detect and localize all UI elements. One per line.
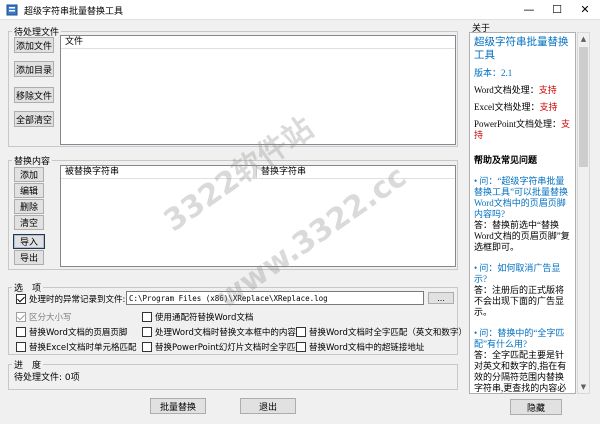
checkbox-box[interactable] [16, 294, 26, 304]
add-dir-button[interactable]: 添加目录 [14, 61, 54, 77]
ppt-full-word-checkbox[interactable]: 替换PowerPoint幻灯片文档时全字匹配 [142, 341, 304, 353]
add-rule-button[interactable]: 添加 [14, 167, 44, 182]
version-line: 版本：2.1 [474, 68, 571, 79]
checkbox-box[interactable] [142, 327, 152, 337]
save-log-label: 处理时的异常记录到文件: [29, 295, 126, 305]
remove-file-button[interactable]: 移除文件 [14, 87, 54, 103]
export-button[interactable]: 导出 [14, 250, 44, 265]
edit-rule-button[interactable]: 编辑 [14, 183, 44, 198]
ppt-support-line: PowerPoint文档处理：支持 [474, 119, 571, 141]
word-support-label: Word文档处理： [474, 85, 539, 95]
excel-support-line: Excel文档处理：支持 [474, 102, 571, 113]
faq-answer-2: 答：注册后的正式版将不会出现下面的广告显示。 [474, 285, 565, 317]
log-path-field[interactable]: C:\Program Files (x86)\XReplace\XReplace… [126, 291, 424, 305]
faq-question-3-text[interactable]: 问：替换中的“全字匹配”有什么用? [474, 328, 564, 349]
word-hyperlink-checkbox[interactable]: 替换Word文档中的超链接地址 [296, 341, 424, 353]
ppt-support-label: PowerPoint文档处理： [474, 119, 562, 129]
checkbox-box[interactable] [296, 342, 306, 352]
word-full-width-label: 替换Word文档时全字匹配（英文和数字） [309, 328, 467, 338]
maximize-button[interactable]: ☐ [543, 0, 571, 20]
word-textbox-checkbox[interactable]: 处理Word文档时替换文本框中的内容 [142, 326, 296, 338]
minimize-button[interactable]: — [515, 0, 543, 20]
scroll-up-icon[interactable]: ▲ [578, 33, 589, 45]
word-header-footer-label: 替换Word文档的页眉页脚 [29, 328, 128, 338]
version-value: 2.1 [501, 68, 513, 78]
faq-question-2[interactable]: • 问：如何取消广告显示? [474, 263, 571, 285]
use-wildcard-label: 使用通配符替换Word文档 [155, 313, 254, 323]
about-panel[interactable]: 超级字符串批量替换工具 版本：2.1 Word文档处理：支持 Excel文档处理… [469, 32, 576, 394]
browse-log-button[interactable]: ... [428, 292, 454, 304]
add-file-button[interactable]: 添加文件 [14, 37, 54, 53]
use-wildcard-checkbox[interactable]: 使用通配符替换Word文档 [142, 311, 253, 323]
case-sensitive-label: 区分大小写 [29, 313, 72, 323]
ppt-full-word-label: 替换PowerPoint幻灯片文档时全字匹配 [155, 343, 304, 353]
scroll-down-icon[interactable]: ▼ [578, 381, 589, 393]
faq-question-1-text[interactable]: 问：“超级字符串批量替换工具”可以批量替换Word文档中的页眉页脚内容吗? [474, 176, 568, 219]
excel-support-label: Excel文档处理： [474, 102, 540, 112]
clear-rules-button[interactable]: 清空 [14, 215, 44, 230]
hide-button[interactable]: 隐藏 [510, 399, 562, 415]
title-bar: 超级字符串批量替换工具 — ☐ ✕ [0, 0, 600, 20]
word-hyperlink-label: 替换Word文档中的超链接地址 [309, 343, 425, 353]
word-header-footer-checkbox[interactable]: 替换Word文档的页眉页脚 [16, 326, 127, 338]
faq-question-1[interactable]: • 问：“超级字符串批量替换工具”可以批量替换Word文档中的页眉页脚内容吗? [474, 176, 571, 220]
file-list[interactable]: 文件 [60, 35, 456, 145]
case-sensitive-checkbox[interactable]: 区分大小写 [16, 311, 72, 323]
faq-question-2-text[interactable]: 问：如何取消广告显示? [474, 263, 560, 284]
progress-status: 待处理文件: 0项 [14, 373, 80, 383]
scroll-thumb[interactable] [579, 47, 588, 167]
about-scrollbar[interactable]: ▲ ▼ [577, 32, 590, 394]
faq-answer-1: 答：替换前选中“替换Word文档的页眉页脚”复选框即可。 [474, 220, 570, 252]
file-column-header[interactable]: 文件 [61, 36, 455, 49]
excel-support-value: 支持 [539, 102, 558, 112]
word-full-width-checkbox[interactable]: 替换Word文档时全字匹配（英文和数字） [296, 326, 467, 338]
window-title: 超级字符串批量替换工具 [24, 7, 124, 17]
word-support-value: 支持 [538, 85, 557, 95]
word-support-line: Word文档处理：支持 [474, 85, 571, 96]
faq-question-3[interactable]: • 问：替换中的“全字匹配”有什么用? [474, 328, 571, 350]
faq-heading: 帮助及常见问题 [474, 156, 538, 166]
checkbox-box[interactable] [16, 312, 26, 322]
save-log-checkbox[interactable]: 处理时的异常记录到文件: [16, 293, 125, 305]
faq-answer-3: 答：全字匹配主要是针对英文和数字的,指在有效的分隔符范围内替换字符串,更查找的内… [474, 350, 567, 393]
excel-cell-checkbox[interactable]: 替换Excel文档时单元格匹配 [16, 341, 137, 353]
version-label: 版本： [474, 68, 502, 78]
close-button[interactable]: ✕ [571, 0, 599, 20]
find-column-header[interactable]: 被替换字符串 [61, 166, 257, 179]
checkbox-box[interactable] [142, 312, 152, 322]
exit-button[interactable]: 退出 [240, 398, 296, 414]
word-textbox-label: 处理Word文档时替换文本框中的内容 [155, 328, 296, 338]
about-title: 超级字符串批量替换工具 [474, 36, 569, 61]
replace-rule-list[interactable]: 被替换字符串 替换字符串 [60, 165, 456, 267]
checkbox-box[interactable] [16, 327, 26, 337]
app-icon [6, 4, 18, 16]
checkbox-box[interactable] [296, 327, 306, 337]
checkbox-box[interactable] [142, 342, 152, 352]
excel-cell-label: 替换Excel文档时单元格匹配 [29, 343, 137, 353]
replace-column-header[interactable]: 替换字符串 [257, 166, 455, 179]
delete-rule-button[interactable]: 删除 [14, 199, 44, 214]
batch-replace-button[interactable]: 批量替换 [150, 398, 206, 414]
clear-all-files-button[interactable]: 全部清空 [14, 111, 54, 127]
replace-group-label: 替换内容 [12, 154, 53, 167]
checkbox-box[interactable] [16, 342, 26, 352]
import-button[interactable]: 导入 [13, 234, 45, 249]
